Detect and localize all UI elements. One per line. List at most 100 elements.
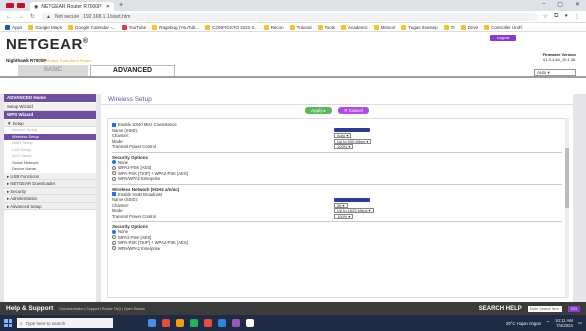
- bookmark-item[interactable]: Google Calendar -...: [68, 24, 116, 30]
- folder-icon: [341, 24, 347, 30]
- radio-button[interactable]: [112, 229, 116, 234]
- weather-text[interactable]: 29°C Hujan ringan: [506, 321, 541, 326]
- support-links[interactable]: Documentation | Support | Router FAQ | O…: [59, 307, 145, 311]
- bookmark-item[interactable]: Tools: [317, 24, 335, 30]
- search-icon: ⌕: [20, 320, 23, 326]
- logout-button[interactable]: Logout: [490, 35, 516, 41]
- radio-button[interactable]: [112, 160, 116, 165]
- radio-button[interactable]: [112, 246, 116, 251]
- bookmark-item[interactable]: Drive: [460, 24, 478, 30]
- radio-button[interactable]: [112, 235, 116, 240]
- netgear-logo: NETGEAR®: [6, 36, 89, 53]
- cancel-button[interactable]: ✕ Cancel: [337, 107, 369, 114]
- router-header: NETGEAR® Logout Nighthawk R7000P Nightha…: [0, 32, 586, 88]
- mode5-select[interactable]: Up to 1625 Mbps ▾: [334, 208, 374, 214]
- sidebar-group[interactable]: ▸ Administration: [4, 195, 96, 203]
- bookmark-item[interactable]: YouTube: [121, 24, 146, 30]
- sidebar-item-setup-wizard[interactable]: Setup Wizard: [4, 103, 96, 111]
- folder-icon: [401, 24, 407, 30]
- channel24-select[interactable]: Auto ▾: [334, 133, 352, 139]
- channel5-select[interactable]: 36 ▾: [334, 202, 348, 208]
- taskbar-app-icon[interactable]: [204, 319, 212, 327]
- taskbar-app-icon[interactable]: [176, 319, 184, 327]
- clock[interactable]: 10:11 AM 7/4/2024: [555, 318, 573, 328]
- bookmark-item[interactable]: Tutorial: [289, 24, 312, 30]
- bookmark-item[interactable]: Recon: [263, 24, 284, 30]
- profile-icon[interactable]: ●: [564, 13, 568, 20]
- security-option[interactable]: WPA/WPA2 Enterprise: [112, 176, 562, 182]
- help-search-go-button[interactable]: GO: [567, 305, 580, 312]
- coexistence-checkbox[interactable]: [112, 122, 116, 127]
- security-option[interactable]: WPA/WPA2 Enterprise: [112, 246, 562, 252]
- mode24-select[interactable]: Up to 600 Mbps ▾: [334, 138, 372, 144]
- sidebar-group[interactable]: ▸ USB Functions: [4, 172, 96, 180]
- taskbar-app-icon[interactable]: [162, 319, 170, 327]
- url-security-label: Not secure: [54, 13, 80, 20]
- browser-tab[interactable]: ◉ NETGEAR Router R7000P ✕: [30, 2, 114, 11]
- forward-icon[interactable]: →: [18, 14, 24, 20]
- notification-icon[interactable]: ▭: [578, 320, 582, 326]
- wifi-icon[interactable]: ⌔: [546, 320, 550, 326]
- radio-button[interactable]: [112, 171, 116, 176]
- reload-icon[interactable]: ↻: [30, 13, 35, 20]
- sidebar-item-advanced-home[interactable]: ADVANCED Home: [4, 94, 96, 102]
- sidebar-item-wps-wizard[interactable]: WPS Wizard: [4, 110, 96, 119]
- power5-select[interactable]: 100% ▾: [334, 213, 354, 219]
- ssid-broadcast-checkbox[interactable]: [112, 192, 116, 197]
- folder-icon: [263, 24, 269, 30]
- bookmark-item[interactable]: CONFIGSTO 3222 3...: [205, 24, 258, 30]
- sidebar-group[interactable]: ▸ Advanced Setup: [4, 202, 96, 210]
- folder-icon: [5, 24, 10, 30]
- taskbar-app-icon[interactable]: [232, 319, 240, 327]
- new-tab-button[interactable]: +: [119, 2, 123, 9]
- url-field[interactable]: ▲ Not secure 192.168.1.1/start.htm: [41, 12, 537, 21]
- main-area: ADVANCED Home Setup Wizard WPS Wizard ▼ …: [0, 94, 586, 315]
- minimize-button[interactable]: –: [542, 1, 545, 8]
- help-support-footer: Help & Support Documentation | Support |…: [0, 302, 586, 315]
- bookmarks-bar: Apps Google Maps Google Calendar -... YouTu…: [0, 23, 586, 32]
- bookmark-item[interactable]: Academic: [341, 24, 368, 30]
- radio-button[interactable]: [112, 240, 116, 245]
- taskbar-app-icon[interactable]: [190, 319, 198, 327]
- firmware-version: V1.3.1.64_10.1.36: [542, 57, 576, 62]
- radio-button[interactable]: [112, 165, 116, 170]
- bookmark-item[interactable]: Controller UniFi: [484, 24, 522, 30]
- bookmark-item[interactable]: Misnoir: [373, 24, 395, 30]
- system-tray: 29°C Hujan ringan ⌔ 10:11 AM 7/4/2024 ▭: [506, 318, 582, 328]
- sidebar-item-setup[interactable]: ▼ Setup: [4, 119, 96, 127]
- ssid5-input[interactable]: [334, 197, 370, 202]
- taskbar-search[interactable]: ⌕ Type here to search: [17, 318, 113, 328]
- help-search-input[interactable]: Enter Search Item: [527, 305, 562, 312]
- taskbar-app-icon[interactable]: [246, 319, 254, 327]
- power24-select[interactable]: 100% ▾: [334, 144, 354, 150]
- tab-close-icon[interactable]: ✕: [106, 4, 110, 10]
- language-select[interactable]: Auto ▾: [534, 69, 576, 76]
- bookmark-item[interactable]: Ragebug (YouTub...: [152, 24, 199, 30]
- sidebar-group[interactable]: ▸ NETGEAR Downloader: [4, 180, 96, 188]
- bookmark-item[interactable]: Tugas Itsestep: [401, 24, 438, 30]
- menu-icon[interactable]: ⋮: [574, 13, 580, 20]
- content-scrollbar[interactable]: [565, 118, 569, 298]
- extensions-icon[interactable]: ⧉: [554, 13, 558, 20]
- windows-start-icon[interactable]: [4, 319, 12, 327]
- window-buttons[interactable]: [6, 3, 25, 8]
- ssid24-input[interactable]: [334, 128, 370, 133]
- ssid5-label: Name (SSID):: [112, 197, 139, 203]
- tab-title: NETGEAR Router R7000P: [41, 3, 102, 10]
- back-icon[interactable]: ←: [6, 14, 12, 20]
- close-window-button[interactable]: ✕: [575, 1, 580, 8]
- bookmark-star-icon[interactable]: ☆: [543, 13, 548, 20]
- bookmark-item[interactable]: Apps: [5, 24, 22, 30]
- taskbar-app-icon[interactable]: [148, 319, 156, 327]
- maximize-button[interactable]: ▢: [557, 1, 563, 8]
- apply-button[interactable]: Apply ▸: [305, 107, 332, 114]
- tab-basic[interactable]: BASIC: [18, 65, 88, 76]
- bookmark-item[interactable]: TI: [443, 24, 455, 30]
- taskbar-app-icon[interactable]: [218, 319, 226, 327]
- favicon-icon: ◉: [34, 3, 39, 10]
- radio-button[interactable]: [112, 176, 116, 181]
- sidebar-group[interactable]: ▸ Security: [4, 187, 96, 195]
- bookmark-item[interactable]: Google Maps: [28, 24, 62, 30]
- ssid24-label: Name (SSID):: [112, 127, 139, 133]
- tab-advanced[interactable]: ADVANCED: [90, 65, 175, 76]
